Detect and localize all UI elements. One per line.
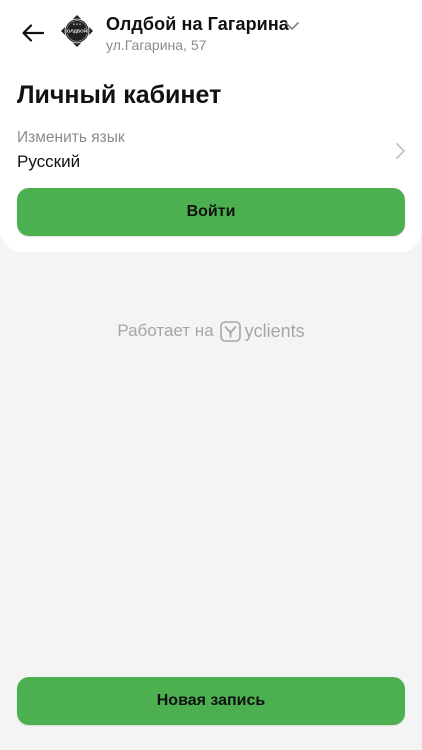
header: ОЛДБОЙ ★ ★ ★ Олдбой на Гагарина ул.Гагар… bbox=[0, 0, 422, 64]
language-value: Русский bbox=[17, 152, 81, 171]
page-title: Личный кабинет bbox=[17, 81, 222, 109]
profile-card: ОЛДБОЙ ★ ★ ★ Олдбой на Гагарина ул.Гагар… bbox=[0, 0, 422, 252]
yclients-logo-icon bbox=[219, 320, 241, 342]
language-label: Изменить язык bbox=[17, 129, 125, 146]
change-language-row[interactable]: Изменить язык Русский bbox=[0, 124, 422, 180]
logo-text: ОЛДБОЙ bbox=[67, 26, 87, 33]
back-button[interactable] bbox=[18, 18, 48, 48]
login-button[interactable]: Войти bbox=[17, 188, 405, 236]
new-booking-button[interactable]: Новая запись bbox=[17, 677, 405, 725]
arrow-left-icon bbox=[22, 24, 44, 42]
screen: ОЛДБОЙ ★ ★ ★ Олдбой на Гагарина ул.Гагар… bbox=[0, 0, 422, 750]
powered-by-text: Работает на bbox=[117, 321, 214, 340]
chevron-down-icon[interactable] bbox=[283, 17, 301, 35]
branch-name[interactable]: Олдбой на Гагарина bbox=[106, 14, 289, 35]
branch-address: ул.Гагарина, 57 bbox=[106, 37, 207, 53]
branch-logo: ОЛДБОЙ ★ ★ ★ bbox=[60, 14, 94, 48]
powered-by: Работает на yclients bbox=[0, 318, 422, 344]
svg-text:★ ★ ★: ★ ★ ★ bbox=[73, 22, 82, 26]
powered-by-brand[interactable]: yclients bbox=[245, 321, 305, 342]
chevron-right-icon bbox=[396, 143, 405, 159]
